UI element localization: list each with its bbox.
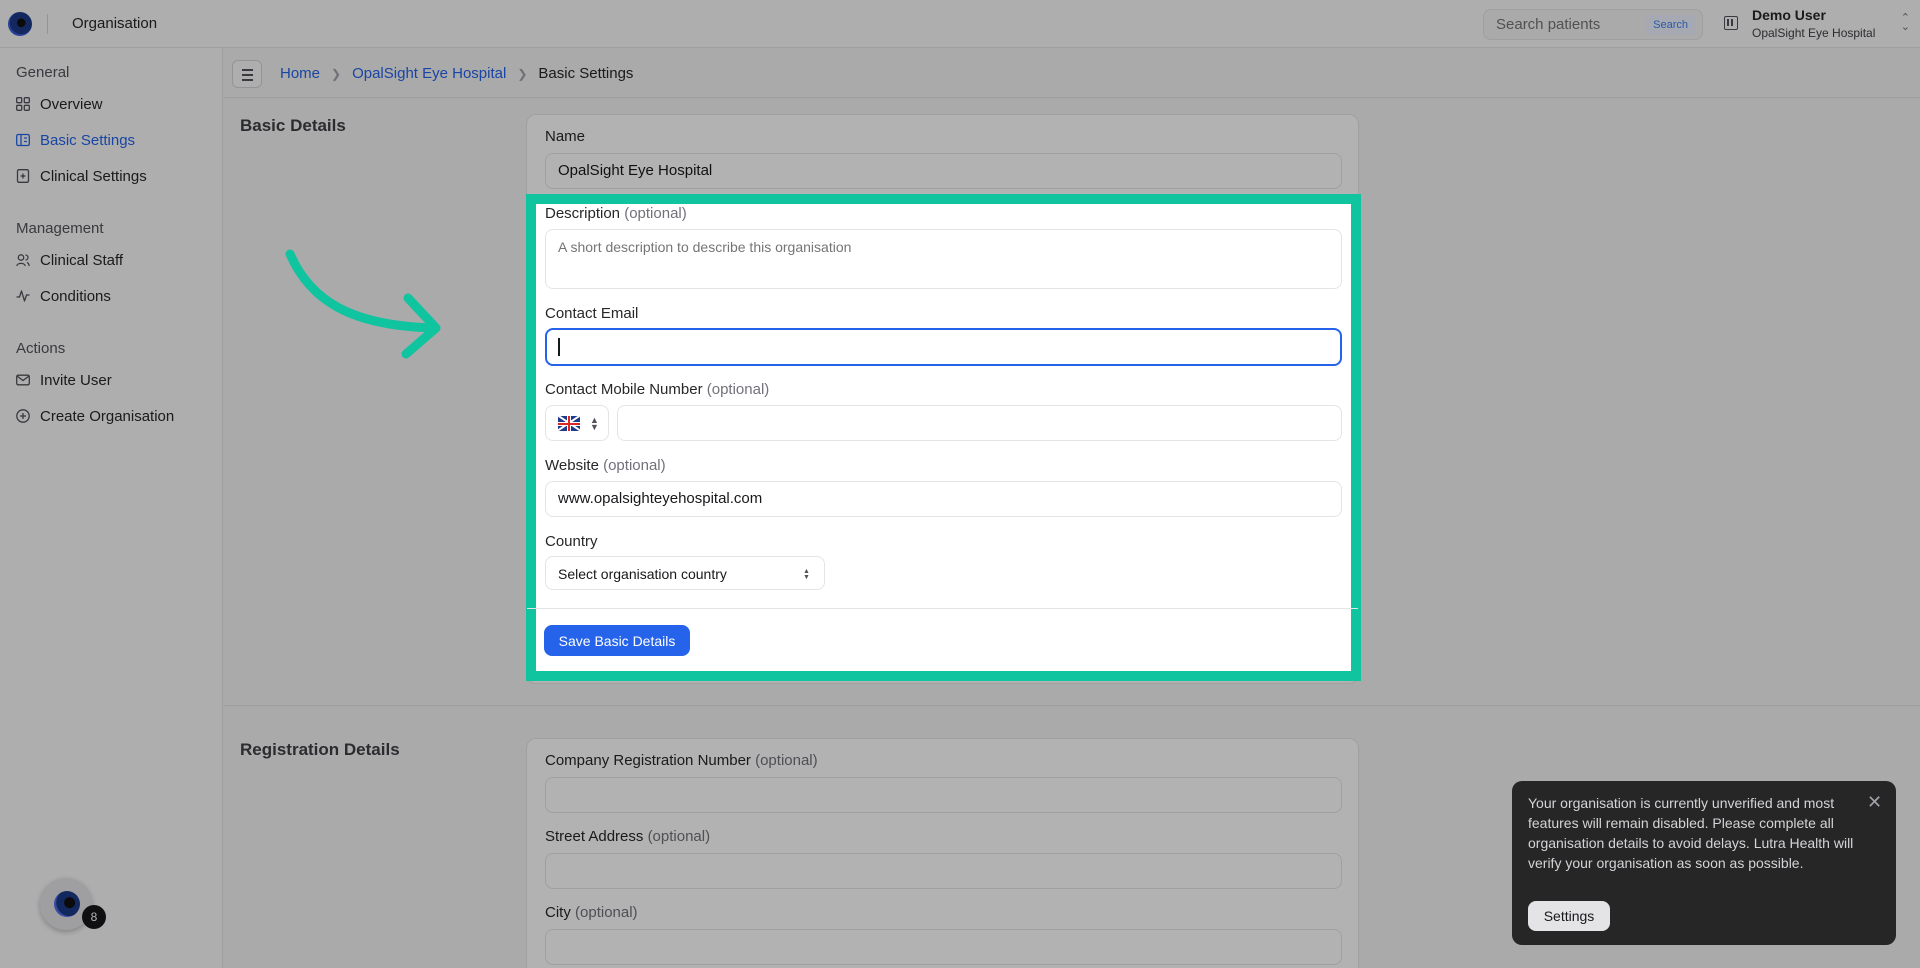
optional-hint: (optional) [647,828,711,845]
website-field[interactable]: www.opalsighteyehospital.com [545,481,1342,517]
street-address-field[interactable] [545,853,1342,889]
notification-badge: 8 [82,905,106,929]
search-input[interactable] [1496,16,1636,33]
sidebar-toggle-button[interactable] [232,60,262,88]
close-icon[interactable]: ✕ [1867,793,1882,811]
sidebar-item-basic-settings[interactable]: Basic Settings [16,126,135,154]
breadcrumb-organisation[interactable]: OpalSight Eye Hospital [352,65,506,82]
search-box[interactable]: Search [1483,9,1703,40]
chevron-right-icon: ❯ [517,66,528,81]
sidebar-item-label: Conditions [40,287,111,305]
company-registration-field[interactable] [545,777,1342,813]
sidebar-item-label: Create Organisation [40,407,175,425]
sidebar-item-label: Overview [40,95,103,113]
sidebar-section-management: Management [16,220,104,237]
card-footer-divider [527,608,1358,609]
chevron-up-down-icon: ▲ ▼ [590,415,599,432]
topbar-divider [47,14,48,34]
chevron-up-down-icon: ⌃ ⌄ [1900,12,1910,33]
text-caret [558,338,560,356]
mail-icon [16,373,30,387]
optional-hint: (optional) [706,381,770,398]
city-field[interactable] [545,929,1342,965]
country-code-select[interactable]: ▲ ▼ [545,405,609,441]
section-divider [224,705,1920,706]
name-label: Name [545,128,586,145]
sidebar-item-overview[interactable]: Overview [16,90,103,118]
settings-panel-icon [16,133,30,147]
breadcrumb-current: Basic Settings [538,65,634,82]
uk-flag-icon [558,416,580,431]
sidebar-section-actions: Actions [16,340,66,357]
menu-icon [242,69,253,71]
contact-mobile-field[interactable] [617,405,1342,441]
sidebar-item-label: Clinical Settings [40,167,147,185]
clinical-icon [16,169,30,183]
country-select-value: Select organisation country [558,566,727,582]
label-text: City [545,904,571,921]
label-text: Description [545,205,621,222]
app-logo-icon[interactable] [8,12,32,36]
plus-circle-icon [16,409,30,423]
users-icon [16,253,30,267]
description-field[interactable] [545,229,1342,289]
website-label: Website (optional) [545,457,666,474]
sidebar-item-clinical-staff[interactable]: Clinical Staff [16,246,123,274]
breadcrumb-bar: Home ❯ OpalSight Eye Hospital ❯ Basic Se… [224,48,1920,98]
eye-logo-icon [54,891,80,917]
sidebar-item-clinical-settings[interactable]: Clinical Settings [16,162,147,190]
contact-mobile-label: Contact Mobile Number (optional) [545,381,769,398]
optional-hint: (optional) [755,752,818,769]
country-label: Country [545,533,598,550]
building-icon [1724,16,1738,30]
optional-hint: (optional) [624,205,687,222]
page-title: Organisation [72,15,158,32]
registration-details-title: Registration Details [240,740,400,759]
chevron-up-down-icon: ▲ ▼ [803,568,810,581]
label-text: Website [545,457,599,474]
sidebar-item-conditions[interactable]: Conditions [16,282,111,310]
user-name: Demo User [1752,7,1826,23]
search-button[interactable]: Search [1645,15,1696,35]
company-registration-label: Company Registration Number (optional) [545,752,818,769]
user-org: OpalSight Eye Hospital [1752,26,1876,40]
pointer-arrow-icon [285,249,441,359]
optional-hint: (optional) [603,457,666,474]
toast-settings-button[interactable]: Settings [1528,901,1610,931]
country-select[interactable]: Select organisation country ▲ ▼ [545,556,825,590]
contact-email-label: Contact Email [545,305,639,322]
sidebar-item-invite-user[interactable]: Invite User [16,366,112,394]
contact-email-field[interactable] [545,328,1342,366]
sidebar-item-create-organisation[interactable]: Create Organisation [16,402,174,430]
label-text: Street Address [545,828,644,845]
name-field[interactable]: OpalSight Eye Hospital [545,153,1342,189]
description-label: Description (optional) [545,205,687,222]
breadcrumb: Home ❯ OpalSight Eye Hospital ❯ Basic Se… [280,65,633,82]
toast-message: Your organisation is currently unverifie… [1528,795,1854,871]
save-basic-details-button[interactable]: Save Basic Details [544,625,690,656]
sidebar-item-label: Invite User [40,371,112,389]
grid-icon [16,97,30,111]
sidebar-item-label: Basic Settings [40,131,136,149]
menu-icon-line [242,79,253,81]
sidebar-item-label: Clinical Staff [40,251,124,269]
top-bar: Organisation Search Demo User OpalSight … [0,0,1920,48]
street-address-label: Street Address (optional) [545,828,710,845]
activity-icon [16,289,30,303]
breadcrumb-home[interactable]: Home [280,65,320,82]
basic-details-title: Basic Details [240,116,346,135]
city-label: City (optional) [545,904,638,921]
chevron-right-icon: ❯ [331,66,342,81]
verification-toast: Your organisation is currently unverifie… [1512,781,1896,945]
user-switcher[interactable]: Demo User OpalSight Eye Hospital ⌃ ⌄ [1720,4,1910,44]
menu-icon-line [242,74,253,76]
optional-hint: (optional) [575,904,638,921]
sidebar-section-general: General [16,64,70,81]
label-text: Company Registration Number [545,752,751,769]
label-text: Contact Mobile Number [545,381,703,398]
